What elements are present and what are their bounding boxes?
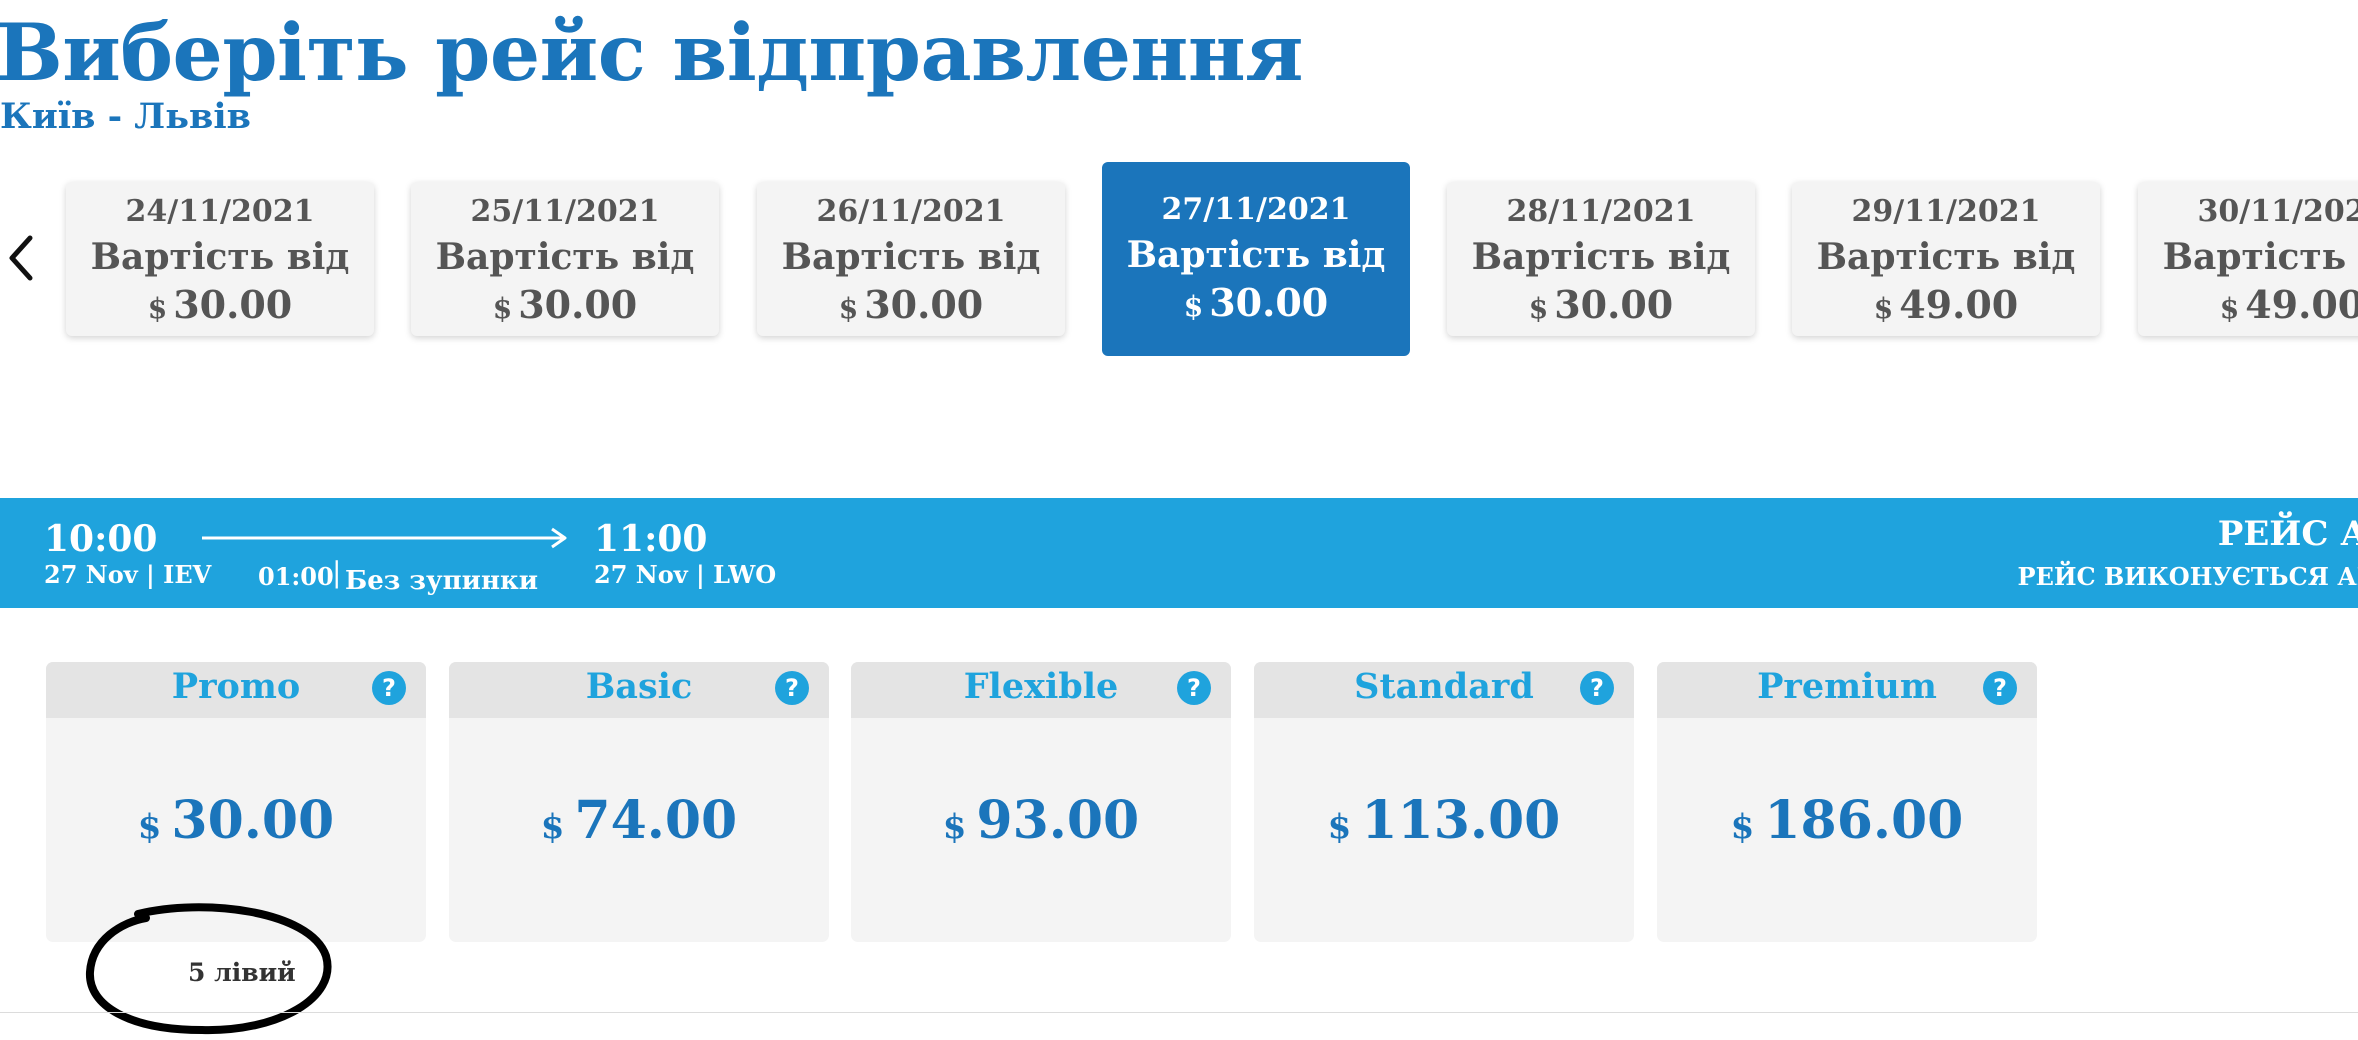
- date-card-price: $30.00: [757, 282, 1065, 327]
- price-value: 30.00: [518, 282, 638, 327]
- currency-symbol: $: [540, 807, 565, 847]
- fare-header: Premium ?: [1657, 662, 2037, 718]
- date-card-27-11-selected[interactable]: 27/11/2021 Вартість від $30.00: [1102, 162, 1410, 356]
- price-value: 30.00: [864, 282, 984, 327]
- price-value: 49.00: [1899, 282, 2019, 327]
- date-card-price: $30.00: [1102, 280, 1410, 325]
- date-card-25-11[interactable]: 25/11/2021 Вартість від $30.00: [411, 182, 719, 336]
- date-card-price-label: Вартість від: [90, 236, 350, 278]
- duration-separator: |: [332, 556, 342, 589]
- fare-card-flexible[interactable]: Flexible ? $93.00: [851, 662, 1231, 942]
- price-value: 113.00: [1361, 790, 1561, 851]
- currency-symbol: $: [2219, 292, 2240, 325]
- currency-symbol: $: [942, 807, 967, 847]
- date-card-date: 24/11/2021: [125, 194, 315, 229]
- currency-symbol: $: [492, 292, 513, 325]
- date-card-price-label: Вартість від: [435, 236, 695, 278]
- date-card-29-11[interactable]: 29/11/2021 Вартість від $49.00: [1792, 182, 2100, 336]
- date-card-price: $49.00: [2138, 282, 2358, 327]
- fare-name: Promo: [171, 666, 301, 707]
- chevron-left-icon[interactable]: [6, 232, 36, 284]
- price-value: 93.00: [976, 790, 1140, 851]
- date-card-date: 29/11/2021: [1851, 194, 2041, 229]
- fare-header: Basic ?: [449, 662, 829, 718]
- hand-drawn-circle-annotation: [85, 903, 332, 1035]
- date-card-price-label: Вартість від: [1126, 234, 1386, 276]
- date-card-date: 28/11/2021: [1506, 194, 1696, 229]
- arrow-right-icon: [202, 527, 567, 549]
- arrival-info: 27 Nov | LWO: [594, 560, 777, 589]
- currency-symbol: $: [1183, 290, 1204, 323]
- date-card-date: 26/11/2021: [816, 194, 1006, 229]
- fare-header: Standard ?: [1254, 662, 1634, 718]
- date-card-30-11[interactable]: 30/11/2021 Вартість від $49.00: [2138, 182, 2358, 336]
- route-subtitle: Київ - Львів: [0, 96, 251, 137]
- fare-price: $93.00: [851, 790, 1231, 851]
- stops-info: Без зупинки: [345, 566, 539, 596]
- fare-price: $74.00: [449, 790, 829, 851]
- fare-price: $30.00: [46, 790, 426, 851]
- price-value: 30.00: [173, 282, 293, 327]
- currency-symbol: $: [1873, 292, 1894, 325]
- fare-header: Flexible ?: [851, 662, 1231, 718]
- fare-card-premium[interactable]: Premium ? $186.00: [1657, 662, 2037, 942]
- section-divider: [0, 1012, 2358, 1013]
- date-card-price-label: Вартість від: [1816, 236, 2076, 278]
- fare-price: $113.00: [1254, 790, 1634, 851]
- date-card-price-label: Вартість від: [781, 236, 1041, 278]
- date-card-price: $49.00: [1792, 282, 2100, 327]
- price-value: 186.00: [1764, 790, 1964, 851]
- help-icon[interactable]: ?: [372, 671, 406, 705]
- currency-symbol: $: [1730, 807, 1755, 847]
- fare-card-standard[interactable]: Standard ? $113.00: [1254, 662, 1634, 942]
- fare-header: Promo ?: [46, 662, 426, 718]
- date-card-date: 27/11/2021: [1161, 192, 1351, 227]
- help-icon[interactable]: ?: [1983, 671, 2017, 705]
- fare-name: Standard: [1354, 666, 1534, 707]
- price-value: 49.00: [2245, 282, 2358, 327]
- date-card-24-11[interactable]: 24/11/2021 Вартість від $30.00: [66, 182, 374, 336]
- date-card-date: 30/11/2021: [2197, 194, 2358, 229]
- fare-name: Premium: [1757, 666, 1937, 707]
- help-icon[interactable]: ?: [775, 671, 809, 705]
- date-card-date: 25/11/2021: [470, 194, 660, 229]
- currency-symbol: $: [147, 292, 168, 325]
- currency-symbol: $: [838, 292, 859, 325]
- date-card-price-label: Вартість від: [1471, 236, 1731, 278]
- currency-symbol: $: [137, 807, 162, 847]
- flight-label: РЕЙС А: [2217, 514, 2358, 554]
- date-card-price: $30.00: [66, 282, 374, 327]
- price-value: 30.00: [1554, 282, 1674, 327]
- date-card-price-label: Вартість від: [2162, 236, 2358, 278]
- price-value: 30.00: [171, 790, 335, 851]
- date-card-28-11[interactable]: 28/11/2021 Вартість від $30.00: [1447, 182, 1755, 336]
- price-value: 74.00: [574, 790, 738, 851]
- fare-name: Flexible: [963, 666, 1119, 707]
- arrival-time: 11:00: [594, 518, 708, 560]
- departure-info: 27 Nov | IEV: [44, 560, 212, 589]
- date-card-26-11[interactable]: 26/11/2021 Вартість від $30.00: [757, 182, 1065, 336]
- fare-price: $186.00: [1657, 790, 2037, 851]
- date-card-price: $30.00: [1447, 282, 1755, 327]
- date-card-price: $30.00: [411, 282, 719, 327]
- currency-symbol: $: [1327, 807, 1352, 847]
- flight-duration: 01:00: [258, 562, 334, 591]
- flight-summary-bar: 10:00 27 Nov | IEV 01:00 | Без зупинки 1…: [0, 498, 2358, 608]
- currency-symbol: $: [1528, 292, 1549, 325]
- help-icon[interactable]: ?: [1177, 671, 1211, 705]
- help-icon[interactable]: ?: [1580, 671, 1614, 705]
- operated-by: РЕЙС ВИКОНУЄТЬСЯ АІ: [2017, 562, 2358, 591]
- price-value: 30.00: [1209, 280, 1329, 325]
- fare-card-basic[interactable]: Basic ? $74.00: [449, 662, 829, 942]
- fare-name: Basic: [585, 666, 693, 707]
- departure-time: 10:00: [44, 518, 158, 560]
- page-title: Виберіть рейс відправлення: [0, 6, 1304, 99]
